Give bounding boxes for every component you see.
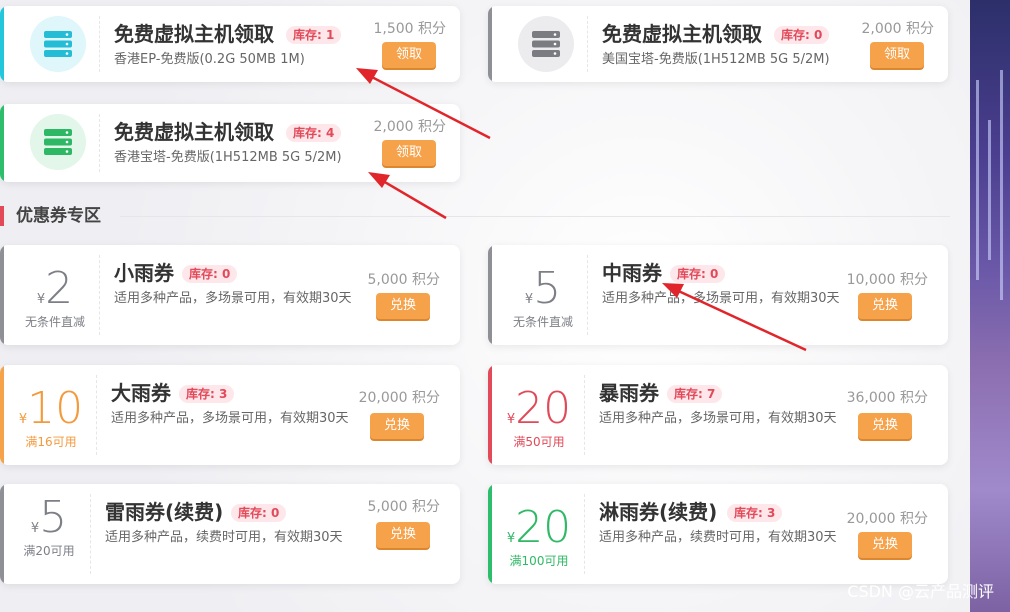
decorative-side-image — [970, 0, 1010, 612]
annotation-arrowhead — [368, 172, 390, 188]
annotation-arrow — [671, 286, 807, 352]
annotation-arrow — [377, 176, 447, 220]
annotation-arrowhead — [356, 68, 378, 84]
watermark: CSDN @云产品测评 — [847, 582, 994, 601]
annotation-arrow — [365, 72, 491, 140]
annotation-arrows — [356, 68, 807, 352]
annotation-arrowhead — [662, 283, 684, 298]
